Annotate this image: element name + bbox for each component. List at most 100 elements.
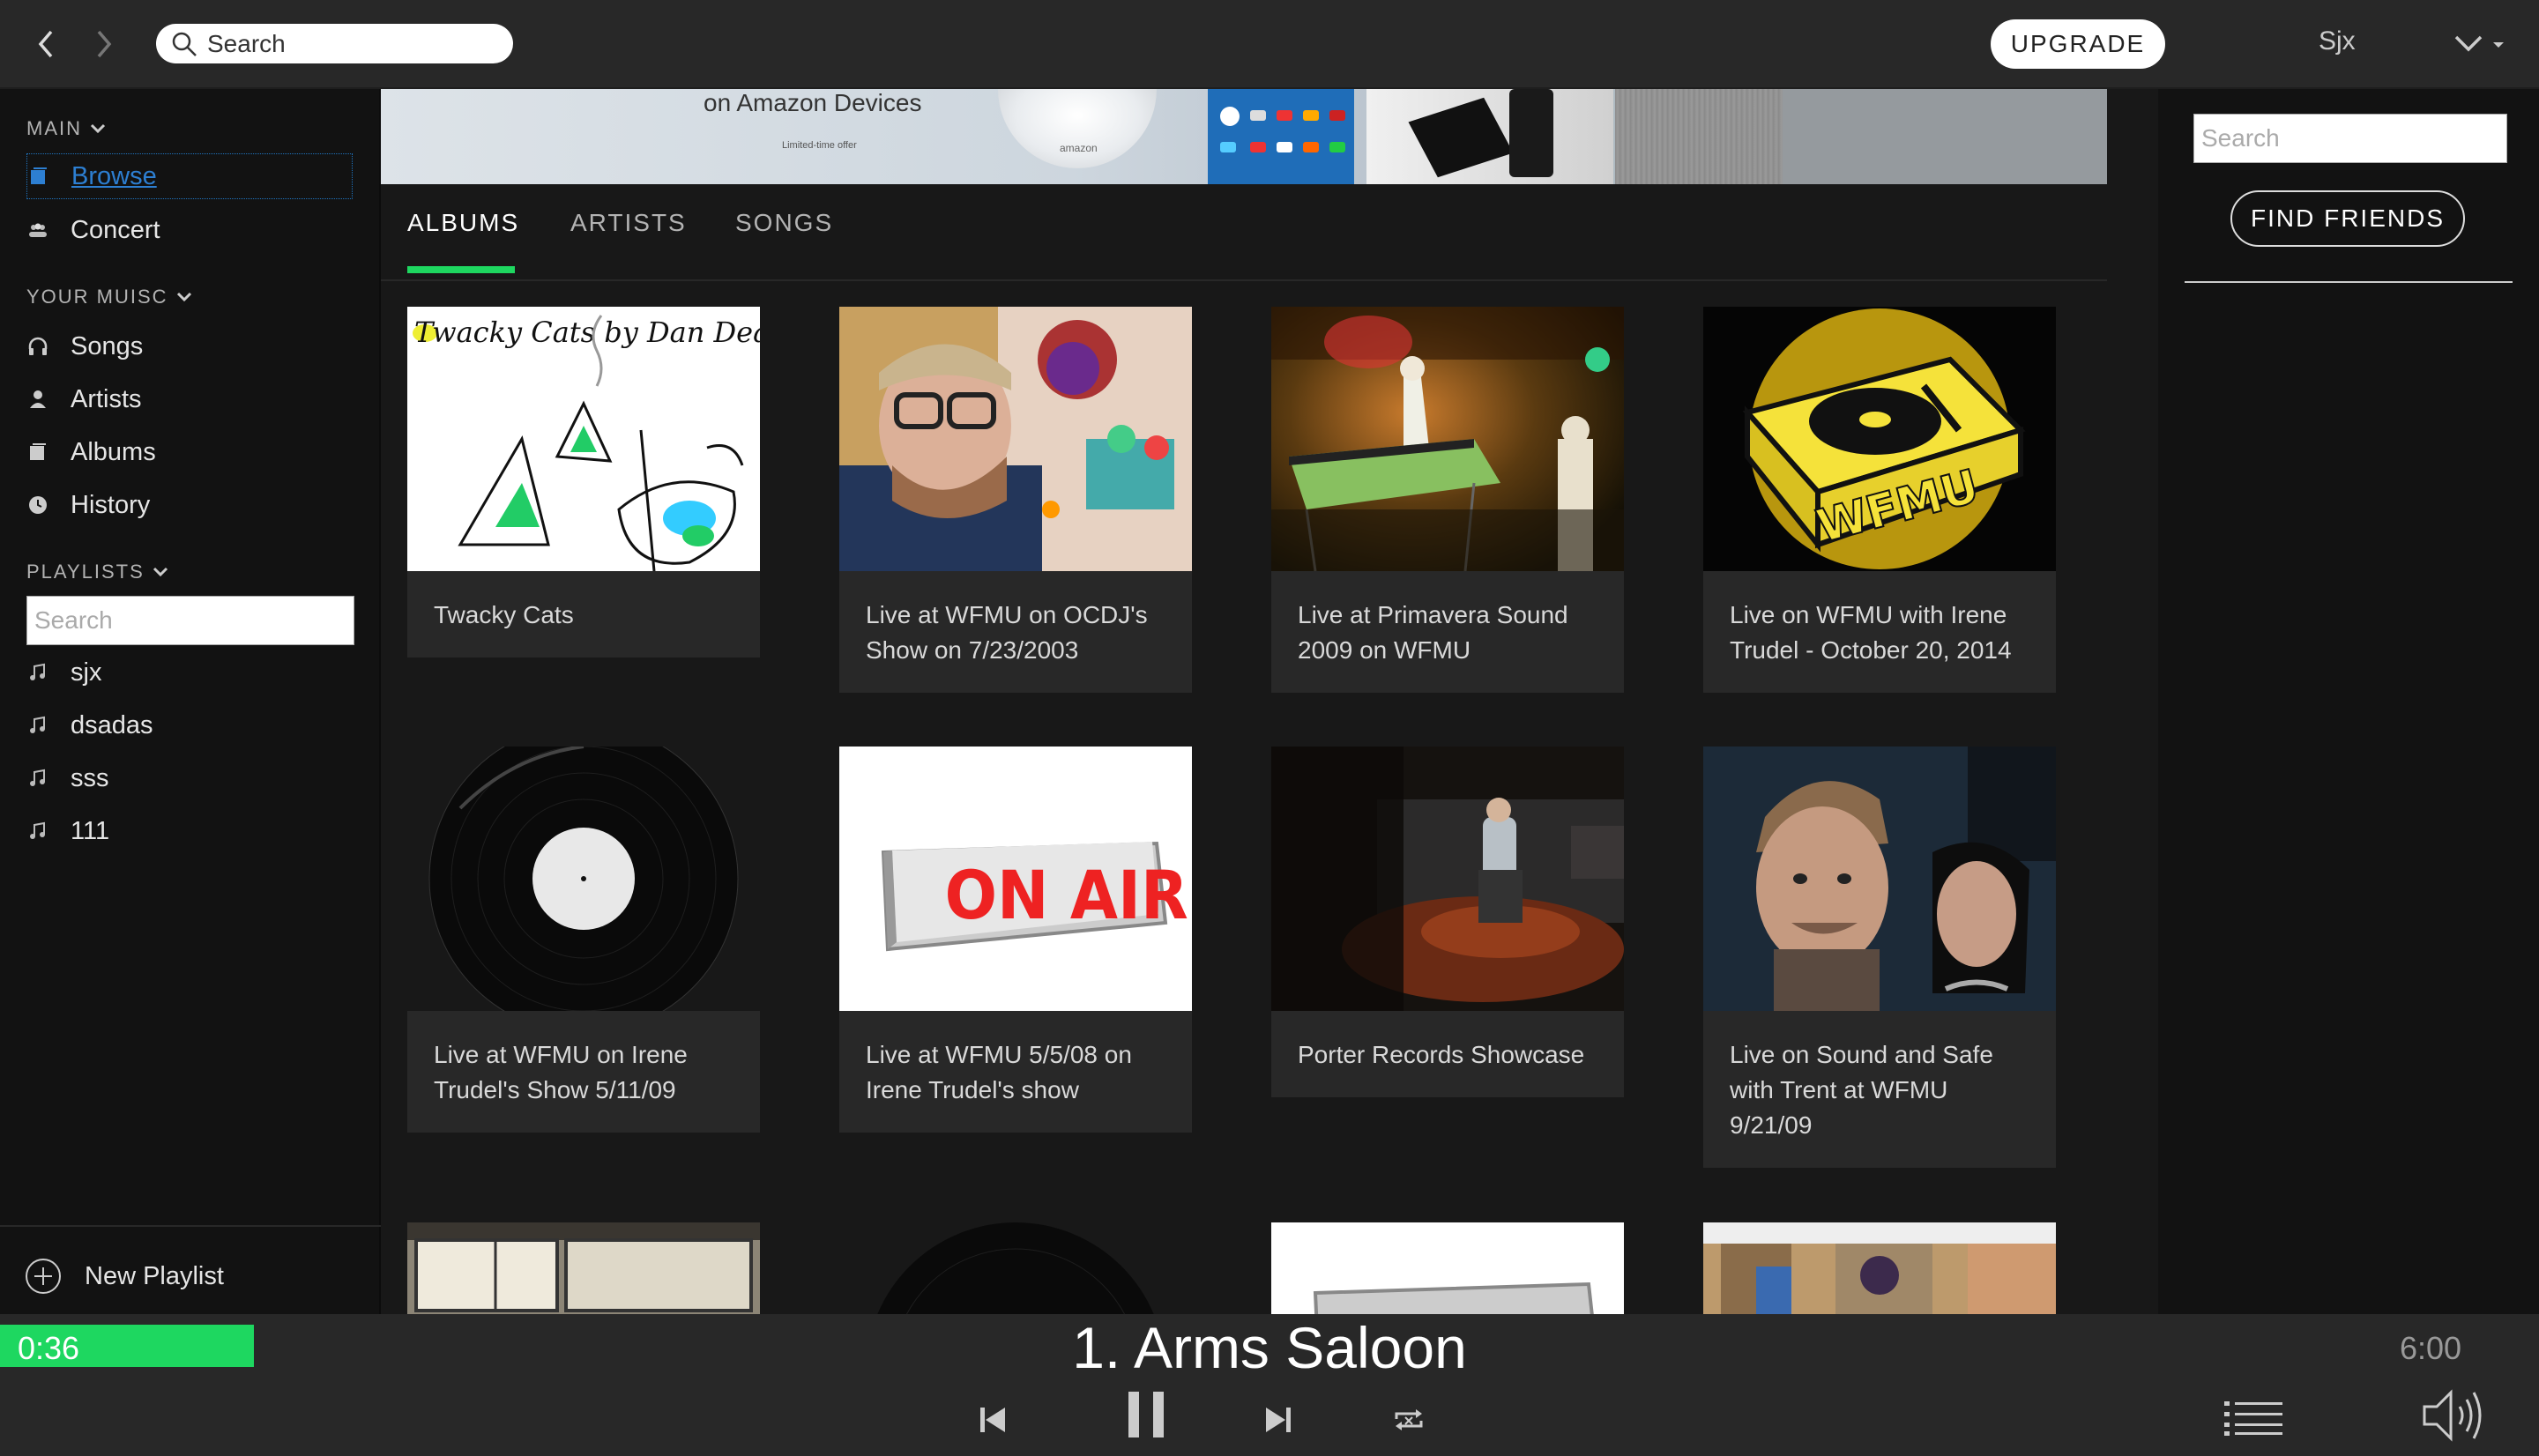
- new-playlist-label: New Playlist: [85, 1261, 224, 1290]
- pause-button[interactable]: [1120, 1388, 1173, 1441]
- album-art: [839, 307, 1192, 571]
- sidebar-item-label: History: [71, 490, 151, 519]
- forward-button[interactable]: [85, 23, 123, 65]
- skip-next-icon: [1266, 1408, 1291, 1432]
- album-art: [1271, 747, 1624, 1011]
- album-art: [1271, 307, 1624, 571]
- music-note-icon: [26, 661, 49, 684]
- friends-search-input[interactable]: [2193, 114, 2507, 163]
- person-icon: [26, 388, 49, 411]
- album-card[interactable]: Live at Primavera Sound 2009 on WFMU: [1271, 307, 1624, 693]
- album-title: Porter Records Showcase: [1271, 1011, 1624, 1097]
- queue-button[interactable]: [2222, 1395, 2285, 1439]
- album-title: Twacky Cats: [407, 571, 760, 657]
- album-card[interactable]: Live at WFMU on OCDJ's Show on 7/23/2003: [839, 307, 1192, 693]
- playlist-item-label: dsadas: [71, 710, 153, 739]
- album-card[interactable]: [1271, 1222, 1624, 1314]
- history-icon: [26, 494, 49, 516]
- playlist-item-dsadas[interactable]: dsadas: [26, 702, 353, 748]
- headphones-icon: [26, 335, 49, 358]
- chevron-left-icon: [38, 30, 53, 58]
- top-bar: UPGRADE Sjx: [0, 0, 2539, 89]
- previous-button[interactable]: [973, 1400, 1012, 1439]
- svg-text:Twacky Cats by Dan Deacon: Twacky Cats by Dan Deacon: [414, 316, 760, 349]
- album-title: Live on WFMU with Irene Trudel - October…: [1703, 571, 2056, 693]
- album-card[interactable]: [407, 1222, 760, 1314]
- sidebar-item-albums[interactable]: Albums: [26, 429, 353, 475]
- sidebar-item-label: Concert: [71, 215, 160, 244]
- chevron-down-icon: [90, 123, 106, 134]
- music-note-icon: [26, 767, 49, 790]
- playlist-item-111[interactable]: 111: [26, 808, 353, 854]
- playlist-item-label: 111: [71, 816, 110, 845]
- playlist-search-input[interactable]: [26, 596, 354, 645]
- top-search[interactable]: [156, 24, 513, 63]
- playlist-item-sjx[interactable]: sjx: [26, 650, 353, 695]
- next-button[interactable]: [1259, 1400, 1298, 1439]
- sidebar-item-browse[interactable]: Browse: [26, 153, 353, 199]
- album-card[interactable]: [839, 1222, 1192, 1314]
- playlists-section-label: PLAYLISTS: [26, 561, 145, 583]
- tab-bar: ALBUMS ARTISTS SONGS: [381, 184, 2107, 281]
- album-art: ON AIR: [839, 747, 1192, 1011]
- fire-tablet-image: [1208, 89, 1354, 184]
- album-card[interactable]: Porter Records Showcase: [1271, 747, 1624, 1097]
- sidebar-item-artists[interactable]: Artists: [26, 376, 353, 422]
- sidebar-item-songs[interactable]: Songs: [26, 323, 353, 369]
- tab-artists[interactable]: ARTISTS: [570, 209, 687, 237]
- main-content: on Amazon Devices Limited-time offer ama…: [381, 89, 2158, 1314]
- album-card[interactable]: WFMU Live on WFMU with Irene Trudel - Oc…: [1703, 307, 2056, 693]
- right-panel: FIND FRIENDS: [2158, 89, 2539, 1314]
- main-section-title[interactable]: MAIN: [26, 117, 107, 140]
- sidebar-divider: [0, 1225, 381, 1227]
- new-playlist-button[interactable]: New Playlist: [25, 1258, 224, 1295]
- queue-list-icon: [2224, 1401, 2282, 1436]
- sidebar-item-label: Browse: [71, 161, 157, 190]
- track-title: 1. Arms Saloon: [1072, 1315, 1467, 1380]
- chevron-right-icon: [97, 30, 112, 58]
- sidebar-item-label: Albums: [71, 437, 156, 466]
- album-card[interactable]: Live on Sound and Safe with Trent at WFM…: [1703, 747, 2056, 1168]
- your-music-section-title[interactable]: YOUR MUISC: [26, 286, 193, 308]
- upgrade-button[interactable]: UPGRADE: [1991, 19, 2165, 69]
- album-art: [407, 747, 760, 1011]
- playlist-item-label: sss: [71, 763, 109, 792]
- album-art: [407, 1222, 760, 1314]
- album-art: [1703, 1222, 2056, 1314]
- user-menu-button[interactable]: [2451, 26, 2511, 62]
- album-art: [839, 1222, 1192, 1314]
- tab-albums[interactable]: ALBUMS: [407, 209, 519, 237]
- album-art: [1703, 747, 2056, 1011]
- username-label[interactable]: Sjx: [2319, 26, 2356, 56]
- playlists-section-title[interactable]: PLAYLISTS: [26, 561, 169, 583]
- album-title: Live at WFMU on OCDJ's Show on 7/23/2003: [839, 571, 1192, 693]
- main-section-label: MAIN: [26, 117, 82, 139]
- playlist-item-label: sjx: [71, 657, 102, 687]
- skip-previous-icon: [980, 1408, 1005, 1432]
- album-art: [1271, 1222, 1624, 1314]
- ad-banner[interactable]: on Amazon Devices Limited-time offer ama…: [381, 89, 2107, 184]
- back-button[interactable]: [26, 23, 65, 65]
- find-friends-button[interactable]: FIND FRIENDS: [2230, 190, 2465, 247]
- album-card[interactable]: [1703, 1222, 2056, 1314]
- repeat-button[interactable]: [1391, 1402, 1426, 1437]
- banner-device-label: amazon: [1060, 142, 1098, 154]
- album-card[interactable]: ON AIR Live at WFMU 5/5/08 on Irene Trud…: [839, 747, 1192, 1133]
- playlist-item-sss[interactable]: sss: [26, 755, 353, 801]
- volume-button[interactable]: [2419, 1386, 2490, 1445]
- album-card[interactable]: Live at WFMU on Irene Trudel's Show 5/11…: [407, 747, 760, 1133]
- top-search-input[interactable]: [207, 29, 498, 58]
- album-card[interactable]: Twacky Cats by Dan Deacon Twacky Cats: [407, 307, 760, 657]
- sidebar-item-history[interactable]: History: [26, 482, 353, 528]
- tab-songs[interactable]: SONGS: [735, 209, 833, 237]
- banner-subline: Limited-time offer: [782, 140, 857, 151]
- pause-icon: [1128, 1392, 1164, 1437]
- sidebar-item-concert[interactable]: Concert: [26, 207, 353, 253]
- album-art: Twacky Cats by Dan Deacon: [407, 307, 760, 571]
- banner-background: [1783, 89, 2107, 184]
- svg-text:ON AIR: ON AIR: [945, 857, 1188, 934]
- repeat-icon: [1395, 1409, 1423, 1430]
- echo-device-image: [998, 89, 1157, 168]
- speaker-icon: [2423, 1389, 2482, 1442]
- sidebar: MAIN Browse Concert YOUR MUISC Songs Art…: [0, 89, 381, 1314]
